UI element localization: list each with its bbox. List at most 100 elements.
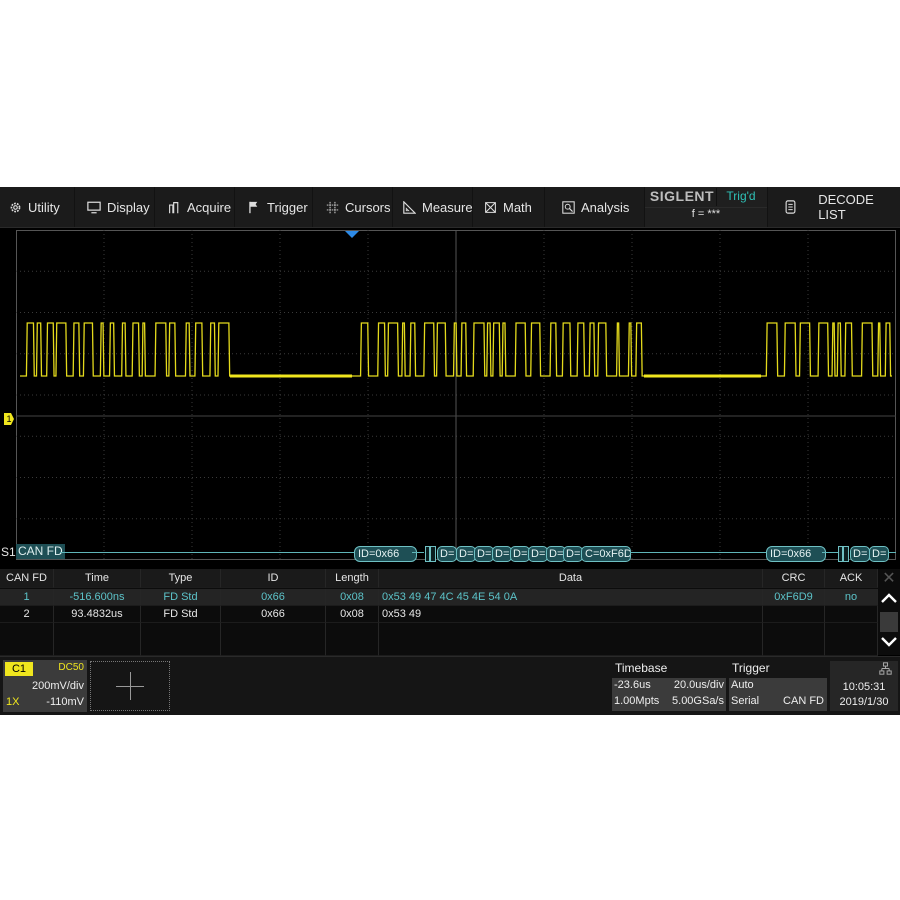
col-header[interactable]: CRC: [763, 569, 825, 588]
bus-line-segment: [888, 552, 896, 553]
cell-time: 93.4832us: [54, 606, 141, 623]
menu-cursors[interactable]: Cursors: [313, 187, 393, 227]
close-icon[interactable]: ✕: [878, 569, 900, 588]
menu-measure[interactable]: Measure: [393, 187, 473, 227]
bus-data-byte[interactable]: D=: [869, 546, 889, 562]
clock-date: 2019/1/30: [839, 696, 889, 708]
trigger-body: Auto Serial CAN FD: [729, 678, 827, 711]
menu-trigger[interactable]: Trigger: [235, 187, 313, 227]
cell-id: 0x66: [221, 606, 326, 623]
bus-data-byte-label: D=: [531, 548, 546, 560]
empty-cell: [141, 623, 221, 640]
list-icon: [785, 200, 798, 214]
bus-data-byte-label: D=: [440, 548, 455, 560]
empty-cell: [221, 623, 326, 640]
bus-data-byte[interactable]: D=: [563, 546, 583, 562]
trigger-title: Trigger: [729, 661, 827, 677]
channel-scale: 200mV/div: [32, 680, 84, 692]
table-row[interactable]: 1 -516.600ns FD Std 0x66 0x08 0x53 49 47…: [0, 589, 878, 606]
bus-dlc-field: [843, 546, 849, 562]
memory-depth: 1.00Mpts: [614, 695, 660, 707]
col-header[interactable]: Data: [379, 569, 763, 588]
col-header[interactable]: Time: [54, 569, 141, 588]
chevron-up-icon: [881, 593, 897, 603]
empty-cell: [825, 639, 878, 656]
decode-table: CAN FD Time Type ID Length Data CRC ACK …: [0, 569, 878, 656]
siglent-logo: SIGLENT: [648, 188, 717, 206]
timebase-body: -23.6us 20.0us/div 1.00Mpts 5.00GSa/s: [612, 678, 726, 711]
channel-coupling: DC50: [58, 662, 84, 673]
cell-index: 1: [0, 589, 54, 606]
col-header[interactable]: ACK: [825, 569, 878, 588]
cell-time: -516.600ns: [54, 589, 141, 606]
trigger-type: Serial: [731, 695, 760, 707]
math-icon: [483, 200, 497, 214]
timebase-title: Timebase: [612, 661, 726, 677]
empty-cell: [379, 639, 763, 656]
cell-length: 0x08: [326, 606, 379, 623]
decode-table-scrollbar[interactable]: ✕: [878, 569, 900, 655]
channel-1-info[interactable]: C1 DC50 200mV/div 1X -110mV: [3, 660, 87, 712]
bus-frame-id[interactable]: ID=0x66: [766, 546, 826, 562]
bus-data-byte[interactable]: D=: [474, 546, 494, 562]
bus-data-byte[interactable]: D=: [850, 546, 870, 562]
cell-ack: [825, 606, 878, 623]
frequency-readout: f = ***: [645, 207, 767, 226]
clock-time: 10:05:31: [842, 681, 886, 693]
menu-measure-label: Measure: [422, 199, 473, 215]
bus-data-byte-label: D=: [872, 548, 887, 560]
gear-icon: [8, 200, 22, 214]
menu-display[interactable]: Display: [75, 187, 155, 227]
menu-math[interactable]: Math: [473, 187, 545, 227]
cell-index: 2: [0, 606, 54, 623]
waveform-grid[interactable]: [16, 230, 896, 560]
menu-acquire[interactable]: Acquire: [155, 187, 235, 227]
clock-panel: 10:05:31 2019/1/30: [830, 661, 898, 711]
bus-data-byte[interactable]: D=: [437, 546, 457, 562]
empty-cell: [763, 639, 825, 656]
bus-data-byte[interactable]: D=: [510, 546, 530, 562]
timebase-scale: 20.0us/div: [673, 679, 724, 691]
bus-data-byte[interactable]: D=: [492, 546, 512, 562]
menu-utility[interactable]: Utility: [0, 187, 75, 227]
bus-dlc-field: [430, 546, 436, 562]
empty-cell: [825, 623, 878, 640]
bus-frame-id[interactable]: ID=0x66: [354, 546, 417, 562]
col-header[interactable]: ID: [221, 569, 326, 588]
bus-data-byte-label: D=: [477, 548, 492, 560]
trigger-position-marker[interactable]: [345, 231, 359, 238]
scroll-thumb[interactable]: [880, 612, 898, 632]
empty-cell: [326, 639, 379, 656]
add-channel-button[interactable]: [90, 661, 170, 711]
col-header[interactable]: Length: [326, 569, 379, 588]
analysis-icon: [561, 200, 575, 214]
menu-analysis[interactable]: Analysis: [545, 187, 645, 227]
channel-tag: C1: [5, 662, 33, 676]
channel-1-offset-marker[interactable]: 1: [4, 413, 14, 425]
bus-name: S1: [1, 545, 16, 559]
bus-line-segment: [412, 552, 424, 553]
bus-frame-crc[interactable]: C=0xF6D: [581, 546, 631, 562]
col-header[interactable]: Type: [141, 569, 221, 588]
oscilloscope-screen: Utility Display Acquire Trigger Cursors …: [0, 187, 900, 715]
timebase-panel[interactable]: Timebase -23.6us 20.0us/div 1.00Mpts 5.0…: [612, 661, 726, 711]
network-icon: [879, 662, 892, 678]
channel-offset: -110mV: [46, 696, 84, 708]
bus-data-byte[interactable]: D=: [456, 546, 476, 562]
empty-cell: [0, 623, 54, 640]
decode-list-button[interactable]: DECODE LIST: [775, 187, 900, 227]
scroll-down-button[interactable]: [878, 635, 900, 653]
menu-bar: Utility Display Acquire Trigger Cursors …: [0, 187, 900, 228]
empty-cell: [141, 639, 221, 656]
trigger-mode: Auto: [731, 679, 754, 691]
trigger-status: Trig'd: [726, 189, 756, 203]
bus-idle-line: [630, 552, 767, 553]
bus-line-segment: [822, 552, 838, 553]
bus-protocol: CAN FD: [16, 544, 65, 559]
col-header[interactable]: CAN FD: [0, 569, 54, 588]
table-row[interactable]: 2 93.4832us FD Std 0x66 0x08 0x53 49: [0, 606, 878, 623]
bus-data-byte[interactable]: D=: [528, 546, 548, 562]
trigger-panel[interactable]: Trigger Auto Serial CAN FD: [729, 661, 827, 711]
scroll-up-button[interactable]: [878, 591, 900, 609]
empty-cell: [54, 639, 141, 656]
